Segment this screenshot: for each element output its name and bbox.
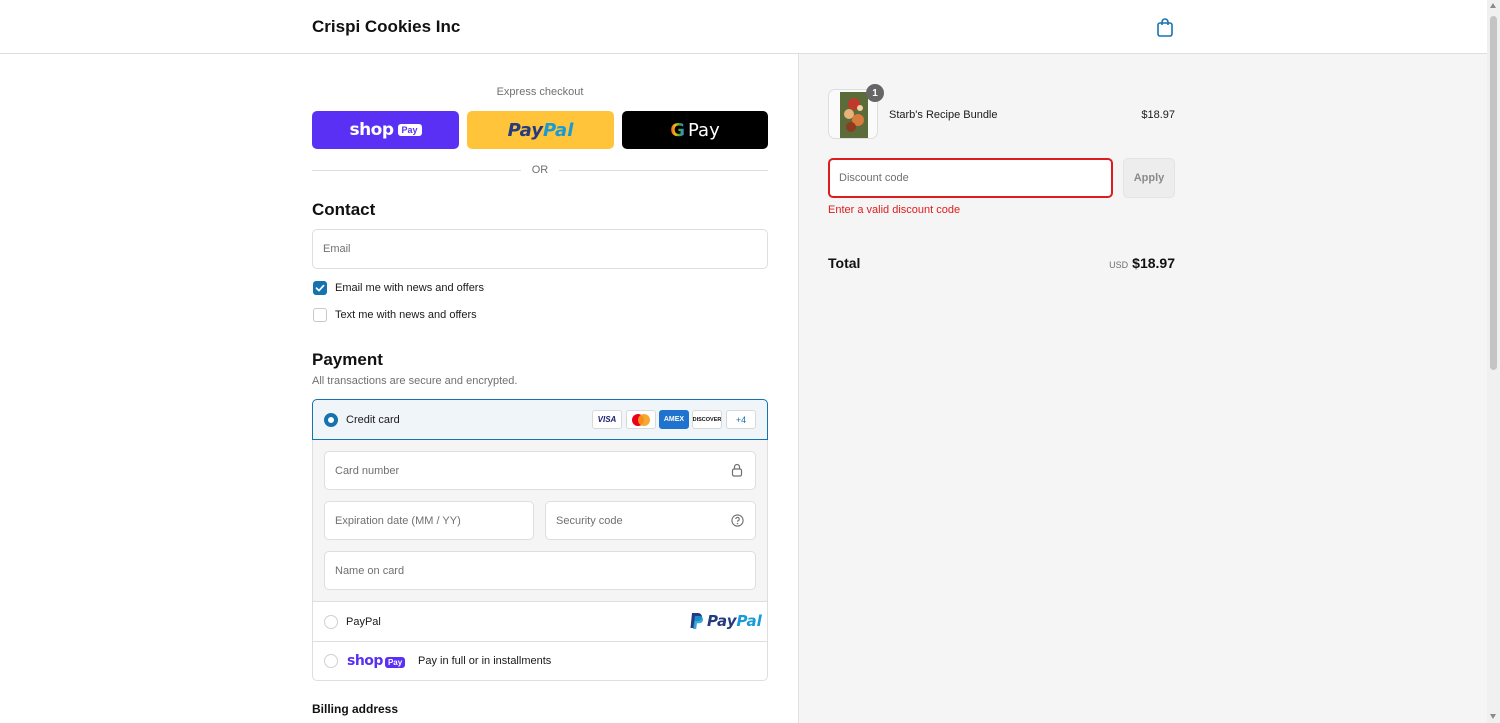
divider-left [312,170,521,171]
security-code-input[interactable] [546,502,755,539]
total-label: Total [828,255,861,271]
paypal-logo-pay: Pay [707,612,737,630]
visa-icon: VISA [592,410,622,429]
payment-option-divider [313,641,767,642]
paypal-button[interactable]: Pay Pal [467,111,614,149]
checkmark-icon [315,284,325,292]
paypal-wordmark-pal: Pal [543,119,574,141]
shopping-bag-icon[interactable] [1156,17,1174,37]
discover-icon: DISCOVER [692,410,722,429]
shop-pay-wordmark: shop [349,120,394,140]
shop-pay-small-wordmark: shop [347,653,383,669]
quantity-badge: 1 [866,84,884,102]
text-news-checkbox[interactable] [313,308,327,322]
amex-icon: AMEX [659,410,689,429]
divider-right [559,170,768,171]
shop-pay-logo: shop Pay [347,652,406,670]
apply-discount-button[interactable]: Apply [1123,158,1175,198]
paypal-radio[interactable] [324,615,338,629]
lock-icon [731,463,743,477]
scroll-up-arrow-icon[interactable] [1490,3,1496,8]
total-amount: $18.97 [1132,255,1175,271]
security-code-field[interactable] [545,501,756,540]
or-separator: OR [531,164,549,176]
shop-pay-button[interactable]: shop Pay [312,111,459,149]
credit-card-label[interactable]: Credit card [346,414,400,426]
shop-pay-chip: Pay [397,124,422,136]
scroll-down-arrow-icon[interactable] [1490,714,1496,719]
product-price: $18.97 [1141,109,1175,121]
payment-heading: Payment [312,350,383,369]
scrollbar-thumb[interactable] [1490,16,1497,370]
help-circle-icon[interactable] [731,514,744,527]
payment-option-divider [313,601,767,602]
name-on-card-field[interactable] [324,551,756,590]
billing-address-heading: Billing address [312,702,399,716]
mastercard-icon [626,410,656,429]
paypal-wordmark-pay: Pay [507,119,543,141]
paypal-option-label[interactable]: PayPal [346,616,381,628]
order-summary-panel [798,54,1487,723]
card-number-field[interactable] [324,451,756,490]
express-checkout-label: Express checkout [496,86,584,98]
paypal-logo-pal: Pal [736,612,762,630]
currency-code: USD [1109,260,1129,270]
email-news-checkbox[interactable] [313,281,327,295]
payment-subtitle: All transactions are secure and encrypte… [312,375,518,387]
product-name: Starb's Recipe Bundle [889,109,998,121]
paypal-logo: PayPal [707,612,762,630]
site-header: Crispi Cookies Inc [0,0,1487,54]
email-news-label[interactable]: Email me with news and offers [335,282,484,294]
credit-card-radio[interactable] [324,413,338,427]
expiration-date-field[interactable] [324,501,534,540]
expiration-date-input[interactable] [325,502,533,539]
paypal-p-icon [690,613,704,629]
google-pay-word: Pay [688,119,720,141]
google-pay-button[interactable]: G Pay [622,111,768,149]
shop-pay-radio[interactable] [324,654,338,668]
discount-code-field[interactable] [828,158,1113,198]
contact-heading: Contact [312,200,376,219]
text-news-label[interactable]: Text me with news and offers [335,309,477,321]
more-cards-badge: +4 [726,410,756,429]
shop-pay-option-label[interactable]: Pay in full or in installments [418,655,551,667]
discount-code-input[interactable] [830,160,1111,196]
discount-error-message: Enter a valid discount code [828,204,961,216]
shop-pay-small-chip: Pay [384,657,406,668]
store-name[interactable]: Crispi Cookies Inc [312,17,460,37]
name-on-card-input[interactable] [325,552,755,589]
email-input[interactable] [313,230,767,268]
google-g-icon: G [670,119,686,141]
page-scrollbar[interactable] [1487,0,1500,723]
total-value: USD $18.97 [1040,255,1175,273]
email-field[interactable] [312,229,768,269]
card-number-input[interactable] [325,452,755,489]
